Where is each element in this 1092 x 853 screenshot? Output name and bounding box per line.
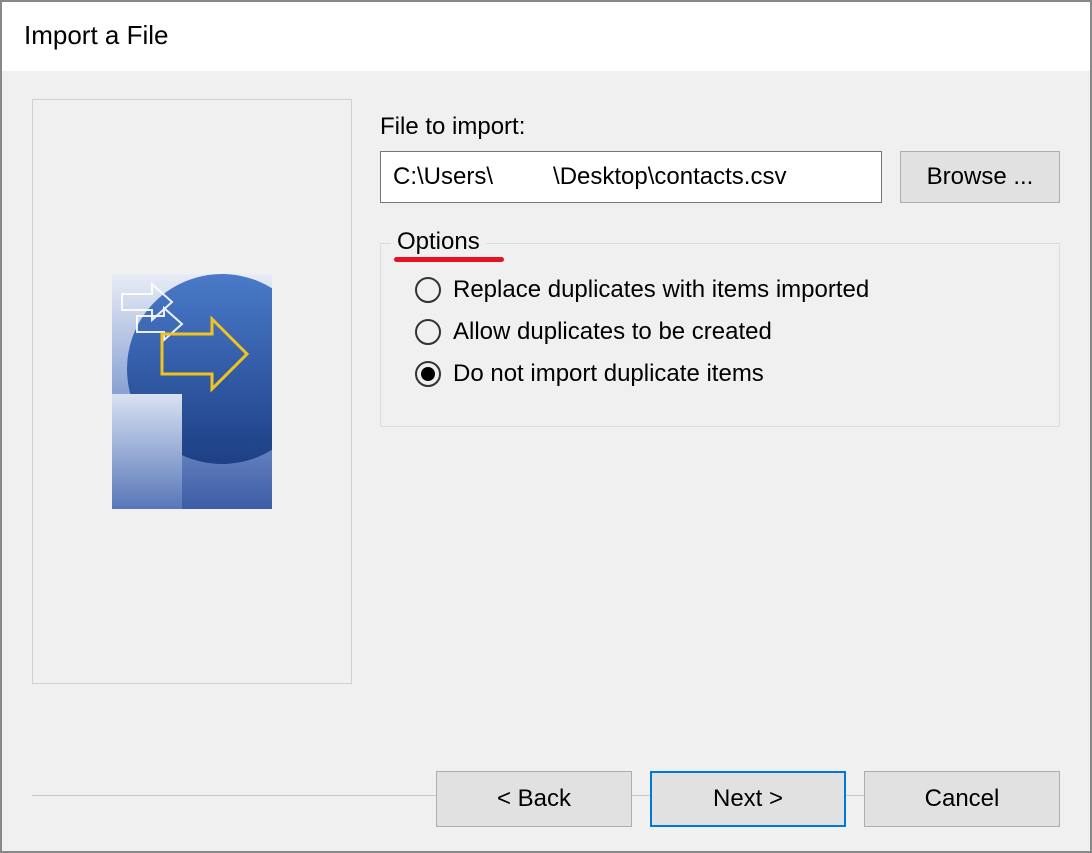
options-group: Options Replace duplicates with items im… [380, 243, 1060, 427]
annotation-underline [394, 257, 504, 262]
form-panel: File to import: Browse ... Options Repla… [380, 99, 1060, 684]
back-button[interactable]: < Back [436, 771, 632, 827]
browse-button[interactable]: Browse ... [900, 151, 1060, 203]
radio-icon [415, 319, 441, 345]
next-button[interactable]: Next > [650, 771, 846, 827]
file-path-input[interactable] [380, 151, 882, 203]
wizard-buttons: < Back Next > Cancel [436, 771, 1060, 827]
radio-icon [415, 361, 441, 387]
option-replace-duplicates[interactable]: Replace duplicates with items imported [415, 276, 1039, 304]
option-allow-duplicates[interactable]: Allow duplicates to be created [415, 318, 1039, 346]
radio-label: Replace duplicates with items imported [453, 276, 869, 304]
dialog-content: File to import: Browse ... Options Repla… [2, 71, 1090, 851]
file-to-import-label: File to import: [380, 113, 1060, 141]
import-file-dialog: Import a File [0, 0, 1092, 853]
cancel-button[interactable]: Cancel [864, 771, 1060, 827]
dialog-title: Import a File [2, 2, 1090, 71]
radio-label: Do not import duplicate items [453, 360, 764, 388]
import-arrows-icon [112, 274, 272, 509]
option-do-not-import-duplicates[interactable]: Do not import duplicate items [415, 360, 1039, 388]
wizard-graphic-panel [32, 99, 352, 684]
radio-icon [415, 277, 441, 303]
options-legend: Options [397, 228, 480, 256]
radio-label: Allow duplicates to be created [453, 318, 772, 346]
